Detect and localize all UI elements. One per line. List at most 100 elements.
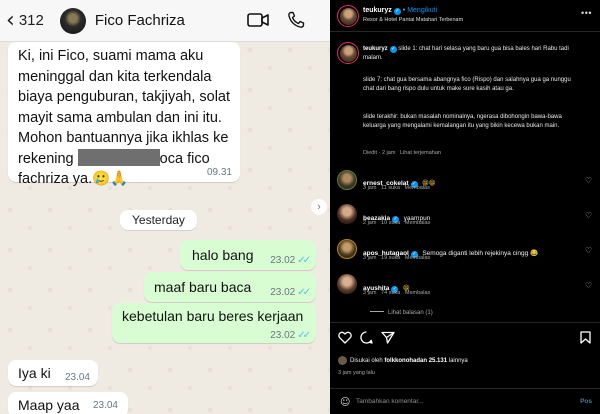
comment-meta: 2 jam 10 suka Membalas	[363, 220, 430, 226]
comment-meta: 3 jam 19 suka Membalas	[363, 255, 430, 261]
message-fragment: oca fico	[159, 150, 210, 167]
post-header: teukuryz ✓ • Mengikuti Resor & Hotel Panta…	[330, 0, 600, 32]
whatsapp-chat-panel: ‹ 312 Fico Fachriza Ki, ini Fico, suami …	[0, 0, 330, 414]
verified-badge-icon: ✓	[393, 8, 401, 15]
caption-paragraph-2: slide 7: chat gua bersama abangnya fico …	[363, 77, 571, 92]
read-ticks-icon: ✓✓	[297, 255, 311, 266]
post-location[interactable]: Resor & Hotel Pantai Matahari Terbenam	[363, 17, 463, 23]
message-time: 23.04	[92, 400, 118, 411]
reply-button[interactable]: Membalas	[405, 185, 430, 191]
caption-username[interactable]: teukuryz	[363, 46, 388, 52]
message-text: Ki, ini Fico, suami mama aku meninggal d…	[18, 46, 230, 190]
post-time: 3 jam yang lalu	[338, 370, 375, 376]
message-time: 09.31	[206, 167, 232, 178]
verified-badge-icon: ✓	[389, 46, 397, 53]
message-line: rekening oca fico	[18, 148, 230, 170]
author-avatar[interactable]	[337, 5, 359, 27]
comment-time: 3 jam	[363, 255, 377, 261]
outgoing-message-bubble[interactable]: maaf baru baca 23.02 ✓✓	[144, 272, 316, 302]
message-text: halo bang	[192, 247, 254, 263]
message-time: 23.04	[64, 372, 90, 383]
liker-username[interactable]: folkkonohadan	[384, 358, 427, 364]
time-text: 23.02	[270, 287, 296, 298]
view-replies-text[interactable]: Lihat balasan (1)	[388, 310, 433, 316]
voice-call-icon[interactable]	[287, 11, 305, 29]
author-username[interactable]: teukuryz ✓ • Mengikuti	[363, 7, 437, 15]
reply-button[interactable]: Membalas	[405, 290, 430, 296]
video-call-icon[interactable]	[247, 13, 269, 27]
reply-button[interactable]: Membalas	[405, 255, 430, 261]
chat-header: ‹ 312 Fico Fachriza	[0, 0, 330, 42]
comment-meta: 3 jam 11 suka Membalas	[363, 185, 430, 191]
commenter-avatar[interactable]	[337, 204, 357, 224]
like-heart-icon[interactable]: ♡	[585, 211, 592, 220]
message-line: meninggal dan kita terkendala	[18, 68, 212, 85]
like-heart-icon[interactable]: ♡	[585, 176, 592, 185]
share-send-icon[interactable]	[381, 331, 395, 344]
following-button[interactable]: Mengikuti	[407, 7, 437, 14]
outgoing-message-bubble[interactable]: kebetulan baru beres kerjaan 23.02 ✓✓	[112, 303, 316, 343]
message-line: mayit sama ambulan dan ini itu.	[18, 109, 222, 126]
time-text: 23.02	[270, 255, 296, 266]
unread-count[interactable]: 312	[19, 12, 44, 29]
emoji-smiley-icon[interactable]: ☺	[340, 397, 350, 408]
contact-avatar[interactable]	[59, 7, 86, 34]
comment-meta: 3 jam 74 suka Membalas	[363, 290, 430, 296]
message-text: kebetulan baru beres kerjaan	[122, 308, 304, 324]
edited-label: Diedit	[363, 150, 378, 156]
comment-likes[interactable]: 10 suka	[381, 220, 400, 226]
contact-name[interactable]: Fico Fachriza	[95, 12, 185, 29]
message-time: 23.02 ✓✓	[270, 255, 311, 266]
redacted-account-number	[77, 148, 160, 166]
caption-avatar[interactable]	[337, 42, 359, 64]
commenter-avatar[interactable]	[337, 274, 357, 294]
caption-paragraph-3: slide terakhir: bukan masalah nominalnya…	[363, 114, 562, 129]
like-heart-icon[interactable]	[338, 331, 352, 344]
read-ticks-icon: ✓✓	[297, 330, 311, 341]
message-time: 23.02 ✓✓	[270, 287, 311, 298]
likes-count[interactable]: 25.131	[429, 358, 447, 364]
message-fragment: rekening	[18, 150, 74, 167]
date-divider: Yesterday	[120, 210, 197, 230]
incoming-message-bubble[interactable]: Maap yaa 23.04	[8, 392, 128, 414]
message-text: maaf baru baca	[154, 279, 252, 295]
comment-likes[interactable]: 11 suka	[381, 185, 400, 191]
instagram-post-panel: teukuryz ✓ • Mengikuti Resor & Hotel Panta…	[330, 0, 600, 414]
message-line: Mohon bantuannya jika ikhlas ke	[18, 130, 229, 146]
likes-suffix: lainnya	[447, 358, 468, 364]
separator-dot: •	[402, 7, 406, 14]
likes-prefix: Disukai oleh	[350, 358, 385, 364]
commenter-avatar[interactable]	[337, 170, 357, 190]
bookmark-icon[interactable]	[580, 331, 591, 344]
likes-summary[interactable]: Disukai oleh folkkonohadan 25.131 lainny…	[350, 358, 468, 364]
commenter-avatar[interactable]	[337, 239, 357, 259]
incoming-message-bubble[interactable]: Iya ki 23.04	[8, 360, 98, 386]
see-translation-link[interactable]: Lihat terjemahan	[400, 150, 441, 156]
caption-paragraph-1: teukuryz ✓ slide 1: chat hari selasa yang…	[363, 45, 581, 62]
message-line: biaya penguburan, takjiyah, solat	[18, 89, 231, 105]
message-text: Maap yaa	[18, 397, 80, 413]
caption-time: 2 jam	[381, 150, 396, 156]
message-text: Iya ki	[18, 365, 51, 381]
comment-likes[interactable]: 19 suka	[381, 255, 400, 261]
view-replies-link[interactable]: Lihat balasan (1)	[370, 310, 433, 316]
more-options-icon[interactable]: •••	[581, 8, 592, 18]
message-fragment: fachriza ya.	[18, 171, 93, 187]
back-chevron-icon[interactable]: ‹	[6, 8, 15, 33]
outgoing-message-bubble[interactable]: halo bang 23.02 ✓✓	[180, 240, 316, 270]
post-comment-button[interactable]: Pos	[580, 398, 592, 405]
message-time: 23.02 ✓✓	[270, 330, 311, 341]
incoming-message-bubble[interactable]: Ki, ini Fico, suami mama aku meninggal d…	[8, 42, 240, 187]
comment-likes[interactable]: 74 suka	[381, 290, 400, 296]
username-text[interactable]: teukuryz	[363, 7, 392, 14]
comment-bubble-icon[interactable]	[360, 331, 373, 344]
like-heart-icon[interactable]: ♡	[585, 246, 592, 255]
like-heart-icon[interactable]: ♡	[585, 281, 592, 290]
comment-time: 3 jam	[363, 290, 377, 296]
comment-input[interactable]: Tambahkan komentar...	[356, 398, 424, 405]
time-text: 23.02	[270, 330, 296, 341]
forward-icon[interactable]: ›	[311, 199, 327, 215]
read-ticks-icon: ✓✓	[297, 287, 311, 298]
liker-avatar[interactable]	[338, 356, 347, 365]
reply-button[interactable]: Membalas	[405, 220, 430, 226]
